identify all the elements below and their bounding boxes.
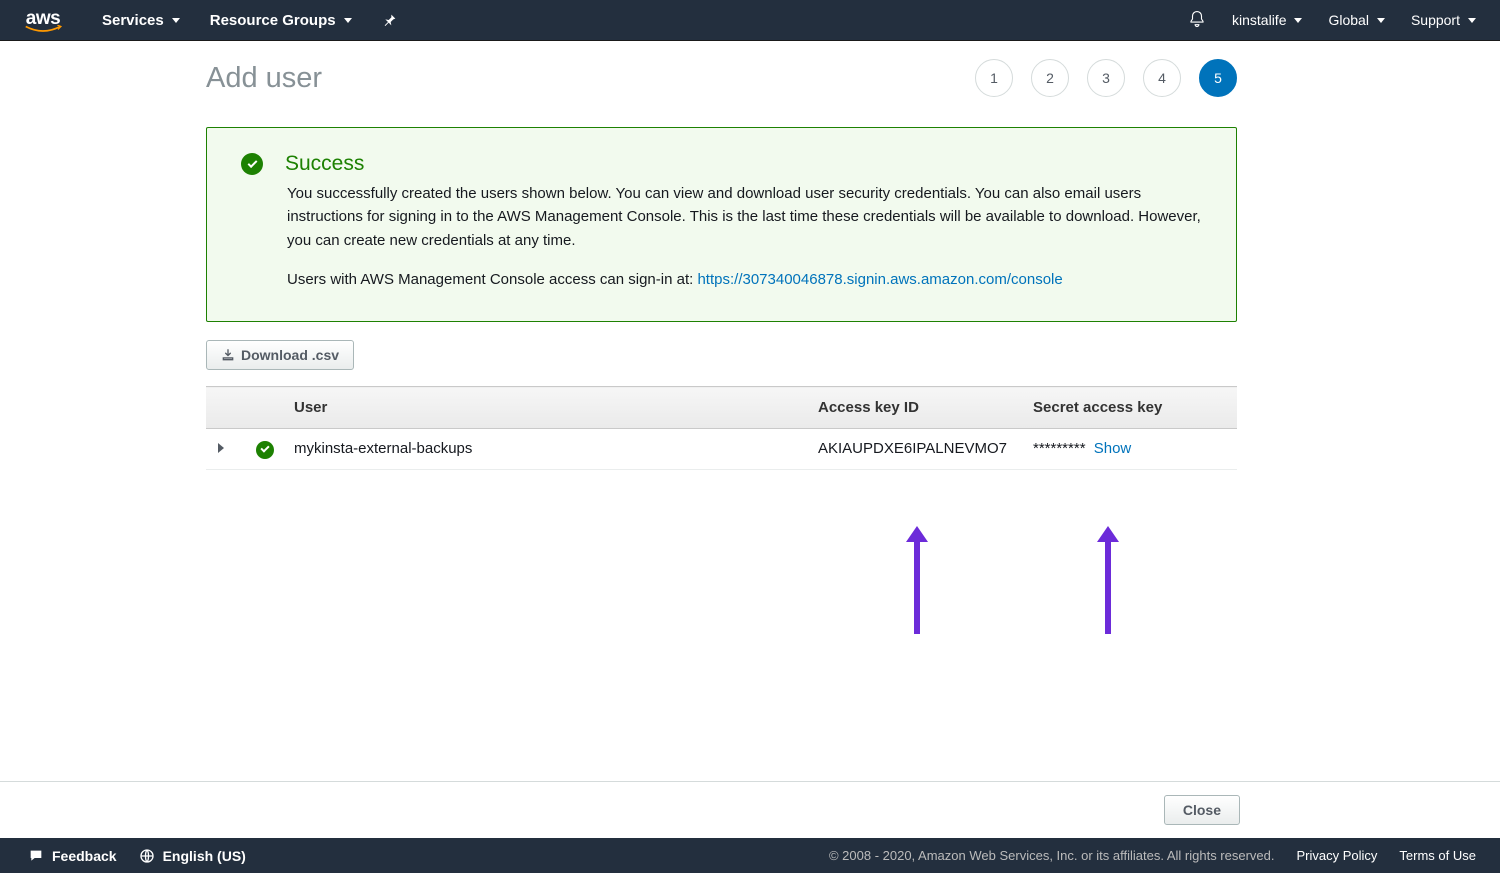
success-title: Success	[285, 152, 364, 176]
nav-account[interactable]: kinstalife	[1232, 12, 1302, 28]
nav-services-label: Services	[102, 12, 164, 29]
nav-pin[interactable]	[382, 12, 398, 28]
aws-logo[interactable]: aws	[22, 7, 64, 34]
secret-masked: *********	[1033, 440, 1086, 457]
footer-language-label: English (US)	[163, 848, 246, 864]
caret-down-icon	[1377, 18, 1385, 23]
row-user-cell: mykinsta-external-backups	[286, 429, 806, 470]
table-header-user: User	[286, 387, 806, 429]
table-header-status	[244, 387, 286, 429]
nav-region-label: Global	[1328, 12, 1368, 28]
footer-feedback-label: Feedback	[52, 848, 117, 864]
row-expand-cell[interactable]	[206, 429, 244, 470]
caret-down-icon	[1468, 18, 1476, 23]
annotation-arrow-secret-key	[1097, 526, 1119, 636]
row-secret-cell: ********* Show	[1021, 429, 1237, 470]
wizard-step-3[interactable]: 3	[1087, 59, 1125, 97]
row-access-key-cell: AKIAUPDXE6IPALNEVMO7	[806, 429, 1021, 470]
wizard-step-5[interactable]: 5	[1199, 59, 1237, 97]
caret-down-icon	[344, 18, 352, 23]
caret-down-icon	[172, 18, 180, 23]
download-csv-button[interactable]: Download .csv	[206, 340, 354, 370]
page-header: Add user 1 2 3 4 5	[206, 59, 1237, 97]
wizard-step-1[interactable]: 1	[975, 59, 1013, 97]
table-header-expand	[206, 387, 244, 429]
footer-privacy-link[interactable]: Privacy Policy	[1297, 848, 1378, 863]
aws-smile-icon	[22, 25, 64, 34]
download-csv-label: Download .csv	[241, 347, 339, 363]
users-table: User Access key ID Secret access key myk…	[206, 386, 1237, 470]
footer-copyright: © 2008 - 2020, Amazon Web Services, Inc.…	[829, 848, 1275, 863]
nav-notifications[interactable]	[1188, 10, 1206, 31]
nav-right: kinstalife Global Support	[1188, 10, 1476, 31]
action-bar: Close	[0, 781, 1500, 838]
download-icon	[221, 348, 235, 362]
nav-support-label: Support	[1411, 12, 1460, 28]
table-row: mykinsta-external-backups AKIAUPDXE6IPAL…	[206, 429, 1237, 470]
table-header-row: User Access key ID Secret access key	[206, 387, 1237, 429]
nav-support[interactable]: Support	[1411, 12, 1476, 28]
globe-icon	[139, 848, 155, 864]
success-check-icon	[241, 153, 263, 175]
pin-icon	[382, 12, 398, 28]
top-nav: aws Services Resource Groups kinstalife …	[0, 0, 1500, 41]
nav-account-label: kinstalife	[1232, 12, 1286, 28]
page-title: Add user	[206, 62, 322, 95]
footer: Feedback English (US) © 2008 - 2020, Ama…	[0, 838, 1500, 873]
footer-language[interactable]: English (US)	[139, 848, 246, 864]
success-signin-prefix: Users with AWS Management Console access…	[287, 271, 697, 288]
success-banner: Success You successfully created the use…	[206, 127, 1237, 322]
table-header-access-key: Access key ID	[806, 387, 1021, 429]
main-content: Add user 1 2 3 4 5 Success You successfu…	[206, 41, 1444, 781]
nav-region[interactable]: Global	[1328, 12, 1384, 28]
success-paragraph-2: Users with AWS Management Console access…	[287, 268, 1202, 291]
footer-feedback[interactable]: Feedback	[28, 848, 117, 864]
wizard-steps: 1 2 3 4 5	[975, 59, 1237, 97]
nav-services[interactable]: Services	[102, 12, 180, 29]
table-header-secret: Secret access key	[1021, 387, 1237, 429]
row-status-cell	[244, 429, 286, 470]
bell-icon	[1188, 10, 1206, 28]
signin-url-link[interactable]: https://307340046878.signin.aws.amazon.c…	[697, 271, 1062, 288]
nav-resource-groups-label: Resource Groups	[210, 12, 336, 29]
success-paragraph-1: You successfully created the users shown…	[287, 182, 1202, 252]
status-success-icon	[256, 441, 274, 459]
wizard-step-4[interactable]: 4	[1143, 59, 1181, 97]
expand-caret-icon	[218, 443, 224, 453]
close-button[interactable]: Close	[1164, 795, 1240, 825]
nav-resource-groups[interactable]: Resource Groups	[210, 12, 352, 29]
wizard-step-2[interactable]: 2	[1031, 59, 1069, 97]
annotation-arrow-access-key	[906, 526, 928, 636]
footer-terms-link[interactable]: Terms of Use	[1399, 848, 1476, 863]
caret-down-icon	[1294, 18, 1302, 23]
show-secret-link[interactable]: Show	[1094, 440, 1132, 457]
speech-bubble-icon	[28, 848, 44, 864]
